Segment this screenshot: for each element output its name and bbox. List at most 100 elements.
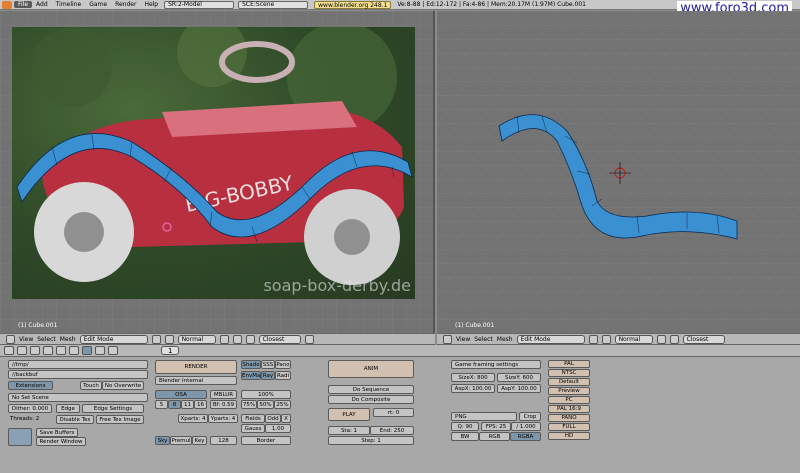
editing-context-icon[interactable] [69, 346, 79, 355]
menu-add[interactable]: Add [32, 1, 52, 8]
render-preview-icon[interactable] [304, 334, 314, 344]
do-sequence-toggle[interactable]: Do Sequence [328, 385, 414, 394]
envmap-toggle[interactable]: EnvMa [241, 371, 261, 380]
anim-subcontext-icon[interactable] [108, 346, 118, 355]
preset-full[interactable]: FULL [548, 423, 590, 431]
mode-dropdown[interactable]: Edit Mode [516, 334, 585, 344]
step-field[interactable]: Step: 1 [328, 436, 414, 445]
border-toggle[interactable]: Border [241, 436, 291, 445]
anim-button[interactable]: ANIM [328, 360, 414, 378]
preset-pano[interactable]: PANO [548, 414, 590, 422]
game-framing-button[interactable]: Game framing settings [451, 360, 541, 369]
ray-toggle[interactable]: Ray [261, 371, 275, 380]
pivot-dropdown[interactable]: Normal [614, 334, 653, 344]
gauss-value-field[interactable]: 1.00 [265, 424, 291, 433]
x-toggle[interactable]: X [281, 414, 291, 423]
snap-dropdown[interactable]: Closest [682, 334, 725, 344]
face-select-icon[interactable] [245, 334, 255, 344]
window-type-icon[interactable] [4, 346, 14, 355]
edge-select-icon[interactable] [669, 334, 679, 344]
preset-pc[interactable]: PC [548, 396, 590, 404]
vertex-select-icon[interactable] [219, 334, 229, 344]
fields-toggle[interactable]: Fields [241, 414, 265, 423]
sss-toggle[interactable]: SSS [261, 360, 275, 369]
bits-dropdown[interactable]: 128 [210, 436, 237, 445]
view-type-icon[interactable] [6, 334, 15, 344]
yparts-field[interactable]: Yparts: 4 [208, 414, 238, 423]
menu-select[interactable]: Select [474, 336, 493, 343]
preset-pal[interactable]: PAL [548, 360, 590, 368]
snap-dropdown[interactable]: Closest [258, 334, 301, 344]
extensions-toggle[interactable]: Extensions [8, 381, 53, 390]
end-frame-field[interactable]: End: 250 [370, 426, 414, 435]
pano-toggle[interactable]: Pano [275, 360, 291, 369]
percent-75-button[interactable]: 75% [241, 400, 257, 409]
sizey-field[interactable]: SizeY: 600 [497, 373, 541, 382]
left-3d-viewport[interactable]: BIG-BOBBY soap-box-derby.de (1) Cube.001 [0, 11, 435, 333]
odd-toggle[interactable]: Odd [265, 414, 281, 423]
draw-type-icon[interactable] [151, 334, 161, 344]
right-3d-viewport[interactable]: (1) Cube.001 [437, 11, 800, 333]
gauss-dropdown[interactable]: Gauss [241, 424, 265, 433]
scene-selector[interactable]: SCE:Scene [238, 0, 309, 9]
xparts-field[interactable]: Xparts: 4 [178, 414, 208, 423]
osa-16-button[interactable]: 16 [194, 400, 207, 409]
edge-settings-button[interactable]: Edge Settings [82, 404, 144, 413]
menu-mesh[interactable]: Mesh [497, 336, 513, 343]
mblur-toggle[interactable]: MBLUR [210, 390, 237, 399]
osa-toggle[interactable]: OSA [155, 390, 207, 399]
menu-file[interactable]: File [14, 1, 33, 8]
object-context-icon[interactable] [56, 346, 66, 355]
premul-toggle[interactable]: Premul [170, 436, 192, 445]
menu-view[interactable]: View [19, 336, 33, 343]
preset-pal-16-9[interactable]: PAL 16:9 [548, 405, 590, 413]
sizex-field[interactable]: SizeX: 800 [451, 373, 495, 382]
rt-field[interactable]: rt: 0 [373, 408, 414, 417]
menu-game[interactable]: Game [85, 1, 111, 8]
free-tex-image-button[interactable]: Free Tex Image [96, 415, 144, 424]
bw-toggle[interactable]: BW [451, 432, 479, 441]
mode-dropdown[interactable]: Edit Mode [79, 334, 148, 344]
percent-50-button[interactable]: 50% [257, 400, 274, 409]
key-toggle[interactable]: Key [192, 436, 207, 445]
edge-select-icon[interactable] [232, 334, 242, 344]
rgba-toggle[interactable]: RGBA [510, 432, 541, 441]
view-type-icon[interactable] [443, 334, 452, 344]
dither-field[interactable]: Dither: 0.000 [8, 404, 52, 413]
preset-preview[interactable]: Preview [548, 387, 590, 395]
screen-selector[interactable]: SR:2-Model [164, 0, 235, 9]
render-window-dropdown[interactable]: Render Window [36, 437, 86, 446]
backbuf-path-field[interactable]: //backbuf [8, 370, 148, 379]
aspy-field[interactable]: AspY: 100.00 [497, 384, 541, 393]
quality-field[interactable]: Q: 90 [451, 422, 479, 431]
percent-25-button[interactable]: 25% [274, 400, 291, 409]
frame-field[interactable]: 1 [161, 346, 180, 355]
aspx-field[interactable]: AspX: 100.00 [451, 384, 495, 393]
layer-icon[interactable] [601, 334, 611, 344]
start-frame-field[interactable]: Sta: 1 [328, 426, 370, 435]
osa-5-button[interactable]: 5 [155, 400, 168, 409]
bf-field[interactable]: Bf: 0.59 [210, 400, 237, 409]
save-buffers-toggle[interactable]: Save Buffers [36, 428, 78, 437]
render-button[interactable]: RENDER [155, 360, 237, 374]
play-button[interactable]: PLAY [328, 408, 370, 421]
scene-context-icon[interactable] [82, 346, 92, 355]
preset-default[interactable]: Default [548, 378, 590, 386]
radio-toggle[interactable]: Radi [275, 371, 291, 380]
render-subcontext-icon[interactable] [95, 346, 105, 355]
crop-toggle[interactable]: Crop [519, 412, 541, 421]
layout-icon[interactable] [8, 428, 32, 446]
disable-tex-toggle[interactable]: Disable Tex [56, 415, 94, 424]
menu-help[interactable]: Help [140, 1, 162, 8]
menu-render[interactable]: Render [111, 1, 140, 8]
shading-context-icon[interactable] [43, 346, 53, 355]
osa-11-button[interactable]: 11 [181, 400, 194, 409]
set-scene-dropdown[interactable]: No Set Scene [8, 393, 148, 402]
menu-view[interactable]: View [456, 336, 470, 343]
layer-icon[interactable] [164, 334, 174, 344]
pivot-dropdown[interactable]: Normal [177, 334, 216, 344]
fps-base-field[interactable]: / 1.000 [511, 422, 541, 431]
draw-type-icon[interactable] [588, 334, 598, 344]
script-context-icon[interactable] [30, 346, 40, 355]
blender-url-link[interactable]: www.blender.org 248.1 [314, 0, 392, 9]
